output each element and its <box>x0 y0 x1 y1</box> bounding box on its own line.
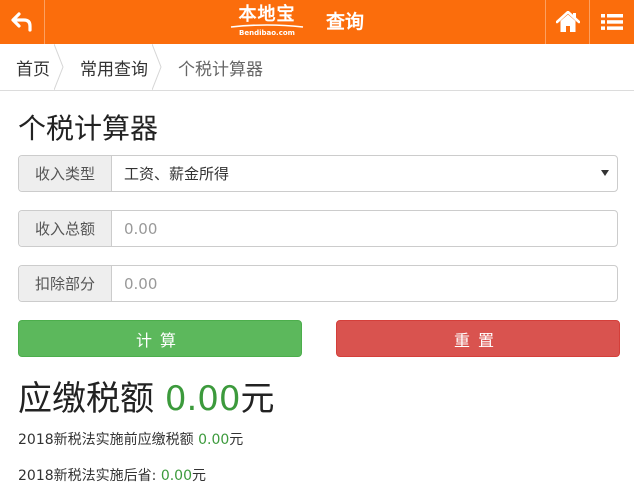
tax-result-value: 0.00 <box>164 379 241 419</box>
calculator-panel: 个税计算器 收入类型 工资、薪金所得 收入总额 0.00 扣除部分 0.00 计… <box>0 111 634 485</box>
reset-button[interactable]: 重置 <box>336 320 620 357</box>
income-total-label: 收入总额 <box>19 211 112 246</box>
calculator-title: 个税计算器 <box>18 112 159 145</box>
pre-reform-tax-label: 2018新税法实施前应缴税额 <box>18 432 194 448</box>
brand-logo[interactable]: 本地宝 Bendibao.com <box>226 4 308 40</box>
tax-result: 应缴税额 0.00元 <box>18 379 619 419</box>
breadcrumb-label: 首页 <box>16 59 50 80</box>
tax-result-label: 应缴税额 <box>18 379 154 419</box>
tax-saved-unit: 元 <box>191 468 206 484</box>
page-title: 查询 <box>326 11 365 33</box>
tax-saved-value: 0.00 <box>160 468 192 484</box>
income-total-input[interactable]: 0.00 <box>112 211 617 246</box>
brand-domain: Bendibao.com <box>239 29 295 37</box>
income-type-select[interactable]: 收入类型 工资、薪金所得 <box>18 155 618 192</box>
home-icon <box>556 11 580 32</box>
menu-list-icon <box>601 14 623 30</box>
brand-name: 本地宝 <box>238 4 296 25</box>
deduction-field[interactable]: 扣除部分 0.00 <box>18 265 618 302</box>
income-type-value[interactable]: 工资、薪金所得 <box>112 156 617 191</box>
pre-reform-tax-value: 0.00 <box>198 432 230 448</box>
back-arrow-icon <box>11 12 32 32</box>
breadcrumb-label: 常用查询 <box>80 59 148 80</box>
breadcrumb: 首页 常用查询 个税计算器 <box>0 44 634 91</box>
income-total-field[interactable]: 收入总额 0.00 <box>18 210 618 247</box>
breadcrumb-item-home[interactable]: 首页 <box>0 44 64 90</box>
breadcrumb-label: 个税计算器 <box>178 59 263 80</box>
menu-button[interactable] <box>589 0 634 44</box>
tax-saved: 2018新税法实施后省: 0.00元 <box>18 467 619 485</box>
deduction-input[interactable]: 0.00 <box>112 266 617 301</box>
back-button[interactable] <box>0 0 45 44</box>
breadcrumb-item-common-query[interactable]: 常用查询 <box>64 44 162 90</box>
chevron-right-icon <box>152 44 162 90</box>
chevron-right-icon <box>54 44 64 90</box>
tax-saved-label: 2018新税法实施后省: <box>18 468 157 484</box>
dropdown-arrow-icon <box>601 170 609 176</box>
calculate-button[interactable]: 计算 <box>18 320 302 357</box>
pre-reform-tax: 2018新税法实施前应缴税额 0.00元 <box>18 431 619 449</box>
income-type-selected: 工资、薪金所得 <box>124 165 230 183</box>
breadcrumb-item-current: 个税计算器 <box>162 44 267 90</box>
top-nav-bar: 本地宝 Bendibao.com 查询 <box>0 0 634 44</box>
income-type-label: 收入类型 <box>19 156 112 191</box>
tax-result-unit: 元 <box>240 379 275 419</box>
pre-reform-tax-unit: 元 <box>229 432 244 448</box>
action-buttons: 计算 重置 <box>18 320 620 357</box>
deduction-label: 扣除部分 <box>19 266 112 301</box>
home-button[interactable] <box>545 0 590 44</box>
